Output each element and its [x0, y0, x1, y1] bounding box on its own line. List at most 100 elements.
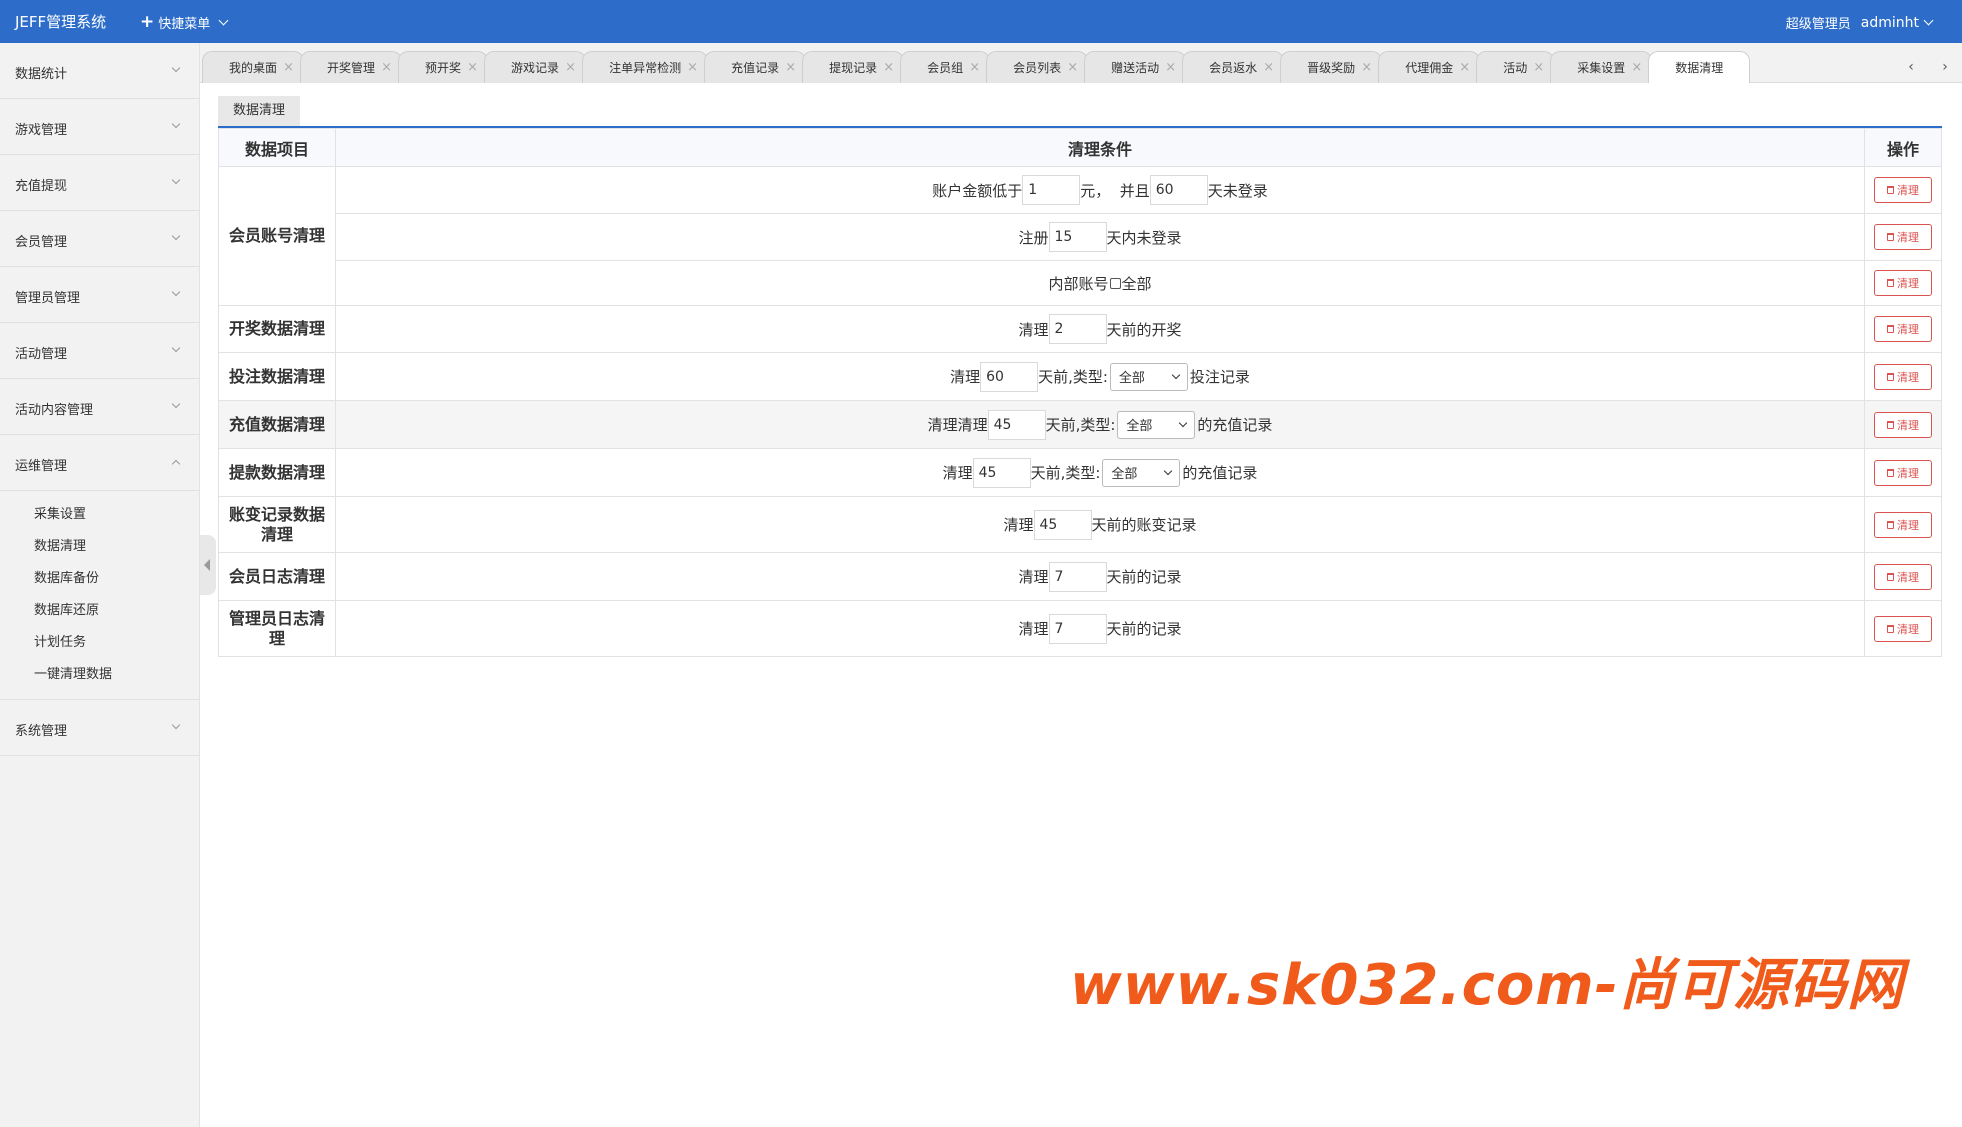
submenu-item-cron[interactable]: 计划任务: [0, 627, 199, 659]
sidebar-item-games[interactable]: 游戏管理: [0, 99, 199, 155]
days-input[interactable]: 60: [980, 361, 1039, 392]
table-row: 投注数据清理 清理 60 天前,类型: 全部 投注记录 清理: [218, 352, 1942, 401]
tab-item[interactable]: 我的桌面 ×: [202, 51, 305, 84]
submenu-item-one-click-clean[interactable]: 一键清理数据: [0, 659, 199, 691]
submenu-item-db-restore[interactable]: 数据库还原: [0, 595, 199, 627]
tab-item[interactable]: 会员列表 ×: [986, 51, 1089, 84]
close-icon[interactable]: ×: [283, 52, 294, 84]
submenu-item-db-backup[interactable]: 数据库备份: [0, 563, 199, 595]
close-icon[interactable]: ×: [1067, 52, 1078, 84]
condition-cell: 注册 15 天内未登录: [335, 213, 1865, 261]
tab-item[interactable]: 晋级奖励 ×: [1280, 51, 1383, 84]
tab-next-icon[interactable]: ›: [1942, 59, 1948, 75]
top-bar: JEFF管理系统 + 快捷菜单 超级管理员 adminht: [0, 0, 1962, 43]
action-cell: 清理: [1864, 496, 1942, 553]
inactive-days-input[interactable]: 60: [1149, 175, 1208, 205]
days-input[interactable]: 45: [987, 409, 1046, 440]
tab-item[interactable]: 活动 ×: [1476, 51, 1555, 84]
tab-item[interactable]: 游戏记录 ×: [484, 51, 587, 84]
close-icon[interactable]: ×: [1361, 52, 1372, 84]
clean-button[interactable]: 清理: [1874, 615, 1932, 642]
tab-prev-icon[interactable]: ‹: [1908, 59, 1914, 75]
sidebar-item-system[interactable]: 系统管理: [0, 700, 199, 756]
action-cell: 清理: [1864, 552, 1942, 601]
register-days-input[interactable]: 15: [1048, 222, 1107, 252]
submenu-item-collect[interactable]: 采集设置: [0, 499, 199, 531]
close-icon[interactable]: ×: [969, 52, 980, 84]
sidebar-item-admins[interactable]: 管理员管理: [0, 267, 199, 323]
plus-icon: +: [140, 12, 155, 32]
type-select[interactable]: 全部: [1109, 362, 1188, 391]
clean-button[interactable]: 清理: [1874, 177, 1932, 203]
sidebar-item-ops[interactable]: 运维管理: [0, 435, 199, 491]
sidebar-item-label: 活动管理: [15, 347, 68, 362]
type-select[interactable]: 全部: [1102, 458, 1181, 487]
tab-item[interactable]: 会员组 ×: [900, 51, 991, 84]
tab-item[interactable]: 预开奖 ×: [398, 51, 489, 84]
all-checkbox[interactable]: [1109, 277, 1121, 289]
tab-item[interactable]: 采集设置 ×: [1550, 51, 1653, 84]
trash-icon: [1887, 372, 1894, 381]
condition-cell: 清理 45 天前,类型: 全部 的充值记录: [335, 448, 1865, 497]
action-cell: 清理: [1864, 260, 1942, 306]
clean-button-label: 清理: [1897, 418, 1919, 432]
sidebar-item-members[interactable]: 会员管理: [0, 211, 199, 267]
row-label: 会员账号清理: [218, 166, 336, 306]
sidebar-item-activities[interactable]: 活动管理: [0, 323, 199, 379]
tab-label: 我的桌面: [229, 61, 278, 75]
row-label: 投注数据清理: [218, 352, 336, 401]
tab-item[interactable]: 赠送活动 ×: [1084, 51, 1187, 84]
clean-button[interactable]: 清理: [1874, 224, 1932, 250]
close-icon[interactable]: ×: [1165, 52, 1176, 84]
clean-button[interactable]: 清理: [1874, 270, 1932, 296]
user-menu[interactable]: 超级管理员 adminht: [1786, 13, 1934, 32]
tab-label: 开奖管理: [327, 61, 376, 75]
clean-button-label: 清理: [1897, 370, 1919, 384]
close-icon[interactable]: ×: [1631, 52, 1642, 84]
close-icon[interactable]: ×: [381, 52, 392, 84]
tab-item[interactable]: 代理佣金 ×: [1378, 51, 1481, 84]
days-input[interactable]: 45: [972, 457, 1031, 488]
type-select[interactable]: 全部: [1117, 410, 1196, 439]
clean-button[interactable]: 清理: [1874, 411, 1932, 438]
select-value: 全部: [1111, 467, 1138, 482]
clean-button[interactable]: 清理: [1874, 459, 1932, 486]
close-icon[interactable]: ×: [785, 52, 796, 84]
sidebar-item-stats[interactable]: 数据统计: [0, 43, 199, 99]
close-icon[interactable]: ×: [1533, 52, 1544, 84]
tab-item[interactable]: 会员返水 ×: [1182, 51, 1285, 84]
ops-submenu: 采集设置 数据清理 数据库备份 数据库还原 计划任务 一键清理数据: [0, 491, 199, 700]
close-icon[interactable]: ×: [883, 52, 894, 84]
sidebar-item-activity-content[interactable]: 活动内容管理: [0, 379, 199, 435]
close-icon[interactable]: ×: [467, 52, 478, 84]
days-input[interactable]: 7: [1048, 561, 1107, 592]
clean-button[interactable]: 清理: [1874, 563, 1932, 590]
tab-item[interactable]: 提现记录 ×: [802, 51, 905, 84]
tab-item[interactable]: 注单异常检测 ×: [582, 51, 709, 84]
days-input[interactable]: 2: [1048, 314, 1107, 344]
condition-cell: 账户金额低于 1 元， 并且 60 天未登录: [335, 166, 1865, 214]
close-icon[interactable]: ×: [1459, 52, 1470, 84]
balance-threshold-input[interactable]: 1: [1022, 175, 1081, 205]
row-label: 提款数据清理: [218, 448, 336, 497]
clean-button[interactable]: 清理: [1874, 316, 1932, 342]
tab-label: 会员组: [927, 61, 964, 75]
sidebar-item-recharge[interactable]: 充值提现: [0, 155, 199, 211]
clean-button[interactable]: 清理: [1874, 511, 1932, 538]
tab-item[interactable]: 开奖管理 ×: [300, 51, 403, 84]
tab-item[interactable]: 数据清理: [1648, 51, 1751, 83]
action-cell: 清理: [1864, 400, 1942, 449]
tab-list: 我的桌面 × 开奖管理 × 预开奖 × 游戏记录 × 注单异常检测 × 充值记录 × 提现记录 × 会员组 ×…: [202, 51, 1751, 84]
close-icon[interactable]: ×: [1263, 52, 1274, 84]
quick-menu-button[interactable]: + 快捷菜单: [140, 12, 229, 32]
clean-button-label: 清理: [1897, 231, 1919, 244]
subtab-data-clean[interactable]: 数据清理: [218, 96, 301, 126]
close-icon[interactable]: ×: [687, 52, 698, 84]
close-icon[interactable]: ×: [565, 52, 576, 84]
clean-button[interactable]: 清理: [1874, 363, 1932, 390]
days-input[interactable]: 7: [1048, 613, 1107, 644]
days-input[interactable]: 45: [1033, 509, 1092, 540]
submenu-item-data-clean[interactable]: 数据清理: [0, 531, 199, 563]
sidebar-collapse-handle[interactable]: [200, 535, 216, 595]
tab-item[interactable]: 充值记录 ×: [704, 51, 807, 84]
